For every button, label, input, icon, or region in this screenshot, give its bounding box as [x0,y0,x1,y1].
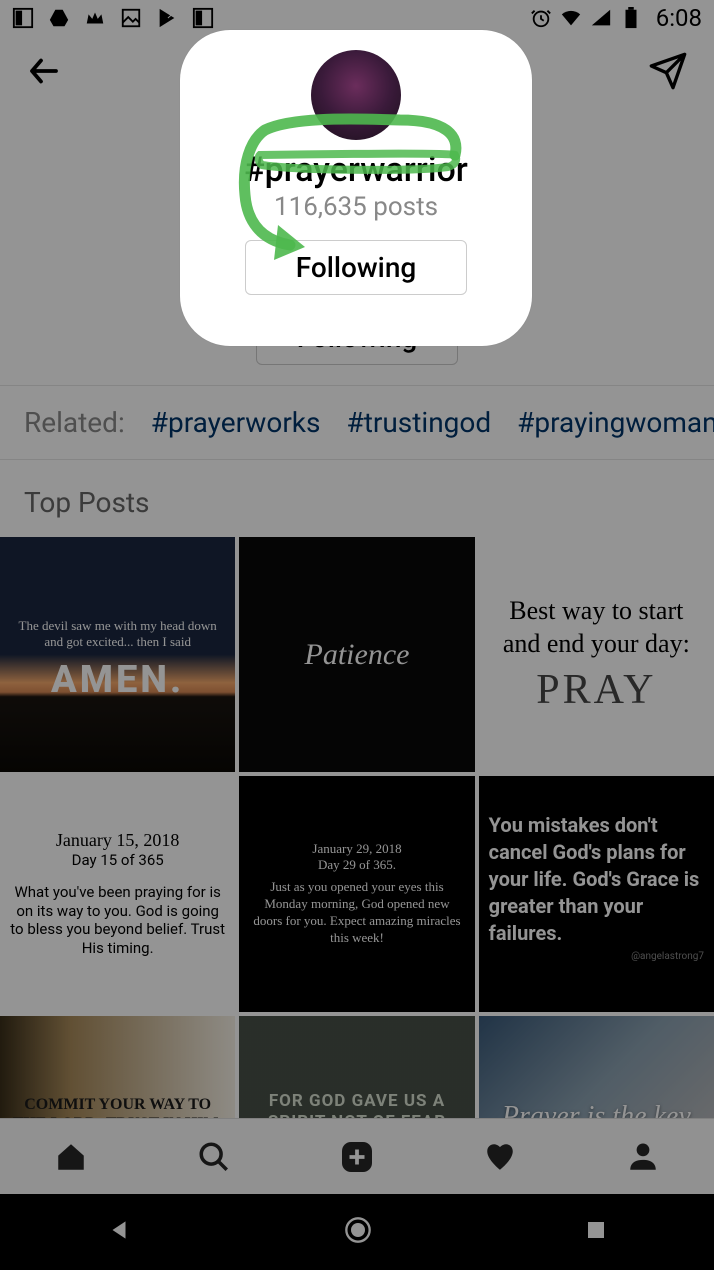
app-icon-6 [192,7,214,29]
search-icon[interactable] [196,1139,232,1175]
post-thumbnail[interactable]: The devil saw me with my head down and g… [0,537,235,772]
android-back-icon[interactable] [106,1217,132,1247]
battery-icon [620,7,642,29]
add-post-icon[interactable] [339,1139,375,1175]
following-button[interactable]: Following [245,240,468,295]
post-text: You mistakes don't cancel God's plans fo… [489,812,704,947]
post-text: Just as you opened your eyes this Monday… [249,879,464,947]
home-icon[interactable] [53,1139,89,1175]
android-home-icon[interactable] [344,1216,372,1248]
related-hashtags-row[interactable]: Related: #prayerworks #trustingod #prayi… [0,385,714,460]
post-text: January 29, 2018 [312,841,401,857]
back-arrow-icon[interactable] [26,53,62,93]
post-text: Patience [305,638,410,672]
post-text: PRAY [536,666,656,714]
post-thumbnail[interactable]: Best way to start and end your day: PRAY [479,537,714,772]
post-thumbnail[interactable]: Patience [239,537,474,772]
related-link-3[interactable]: #prayingwoman [517,406,714,439]
related-label: Related: [24,406,125,439]
activity-icon[interactable] [482,1139,518,1175]
post-text: The devil saw me with my head down and g… [10,618,225,650]
android-navigation-bar [0,1194,714,1270]
android-recents-icon[interactable] [584,1218,608,1246]
hashtag-post-count: 116,635 posts [274,192,438,222]
bottom-navigation [0,1118,714,1194]
play-icon [156,7,178,29]
post-text: Day 29 of 365. [318,857,396,873]
post-text: AMEN. [51,658,184,702]
status-clock: 6:08 [656,4,702,32]
profile-icon[interactable] [625,1139,661,1175]
post-text: @angelastrong7 [631,951,704,962]
tutorial-spotlight: #prayerwarrior 116,635 posts Following [180,30,532,346]
photo-icon [120,7,142,29]
related-link-2[interactable]: #trustingod [346,406,491,439]
drive-icon [48,7,70,29]
send-icon[interactable] [648,51,688,95]
app-icon-1 [12,7,34,29]
post-thumbnail[interactable]: January 15, 2018 Day 15 of 365 What you'… [0,776,235,1011]
related-link-1[interactable]: #prayerworks [151,406,321,439]
top-posts-heading: Top Posts [0,460,714,537]
post-text: What you've been praying for is on its w… [10,883,225,958]
post-text: Day 15 of 365 [72,851,164,869]
crown-icon [84,7,106,29]
wifi-icon [560,7,582,29]
hashtag-title: #prayerwarrior [244,150,468,190]
post-thumbnail[interactable]: You mistakes don't cancel God's plans fo… [479,776,714,1011]
post-text: January 15, 2018 [56,830,179,851]
post-text: Best way to start and end your day: [489,595,704,660]
alarm-icon [530,7,552,29]
hashtag-avatar[interactable] [311,50,401,140]
post-thumbnail[interactable]: January 29, 2018 Day 29 of 365. Just as … [239,776,474,1011]
signal-icon [590,7,612,29]
